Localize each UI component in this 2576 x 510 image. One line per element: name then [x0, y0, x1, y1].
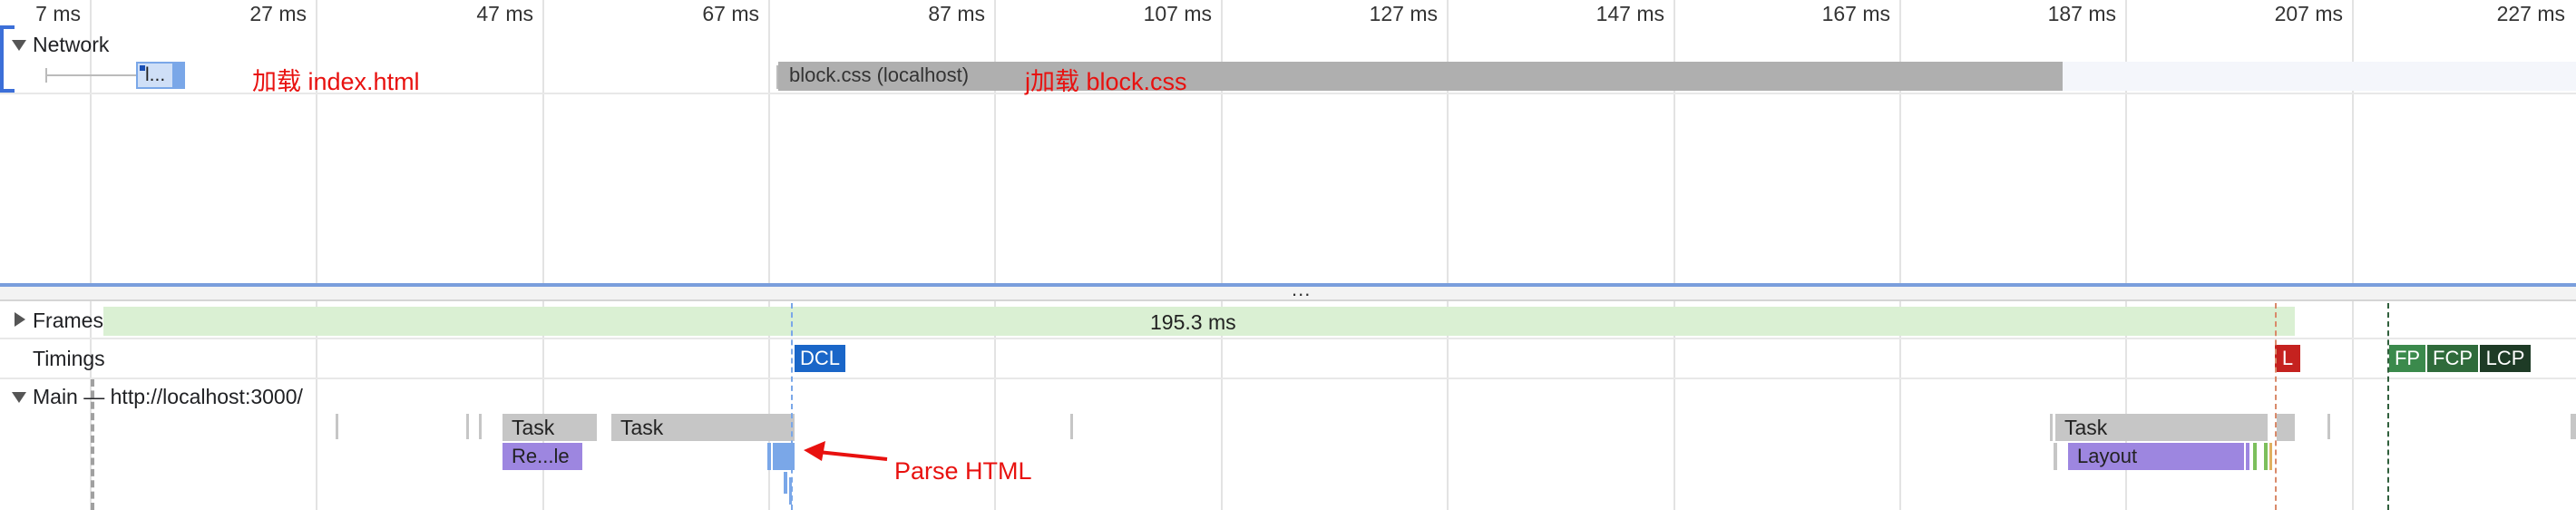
index-request-wait-line: [45, 74, 136, 76]
ruler-tick-label: 227 ms: [2496, 2, 2565, 25]
frames-track-title: Frames: [33, 309, 103, 332]
track-selection-bracket-top: [0, 25, 15, 29]
lcp-marker[interactable]: LCP: [2480, 345, 2531, 372]
frames-expand-icon[interactable]: [15, 312, 25, 327]
ruler-tick-label: 167 ms: [1821, 2, 1890, 25]
main-track-title: Main — http://localhost:3000/: [33, 385, 303, 408]
timings-track[interactable]: Timings DCL L FP FCP LCP: [0, 339, 2576, 379]
fp-marker[interactable]: FP: [2389, 345, 2425, 372]
track-selection-bracket: [0, 25, 4, 93]
task-sliver[interactable]: [2327, 414, 2330, 439]
annotation-load-block: j加载 block.css: [1025, 68, 1187, 95]
frame-duration-label: 195.3 ms: [1150, 310, 1236, 334]
ruler-tick-label: 87 ms: [928, 2, 985, 25]
frame-bar[interactable]: 195.3 ms: [103, 307, 2295, 336]
layout-sliver[interactable]: [2054, 443, 2057, 470]
ruler-tick-label: 207 ms: [2274, 2, 2343, 25]
annotation-load-index: 加载 index.html: [252, 68, 420, 95]
task-sliver[interactable]: [336, 414, 338, 439]
load-marker[interactable]: L: [2275, 345, 2300, 372]
layout-bar[interactable]: Layout: [2068, 443, 2244, 470]
parse-html-child[interactable]: [784, 472, 787, 494]
main-task-bar[interactable]: Task: [503, 414, 597, 441]
network-track-title: Network: [33, 33, 110, 56]
paint-sliver[interactable]: [2269, 443, 2272, 470]
task-sliver[interactable]: [1070, 414, 1073, 439]
main-task-bar[interactable]: Task: [611, 414, 767, 441]
ruler-tick-label: 107 ms: [1143, 2, 1212, 25]
network-track[interactable]: Network l... 加载 index.html block.css (lo…: [0, 25, 2576, 95]
index-request-label: l...: [145, 64, 166, 85]
ruler-tick-label: 27 ms: [249, 2, 307, 25]
block-request-bar[interactable]: block.css (localhost): [778, 62, 2063, 91]
pane-divider[interactable]: ...: [0, 278, 2576, 301]
dcl-dashed-line: [791, 303, 793, 510]
index-request-bar[interactable]: l...: [136, 62, 185, 89]
paint-sliver[interactable]: [2264, 443, 2268, 470]
main-collapse-icon[interactable]: [12, 392, 26, 403]
main-thread-track[interactable]: Main — http://localhost:3000/ Task Re...…: [0, 379, 2576, 510]
task-sliver[interactable]: [479, 414, 482, 439]
ruler-tick-label: 147 ms: [1595, 2, 1664, 25]
index-request-wait-cap: [45, 68, 47, 83]
recalc-style-bar[interactable]: Re...le: [503, 443, 582, 470]
parse-html-sliver[interactable]: [767, 443, 771, 470]
layout-label: Layout: [2077, 445, 2138, 467]
task-sliver[interactable]: [466, 414, 469, 439]
recalc-style-label: Re...le: [512, 445, 570, 467]
fcp-marker[interactable]: FCP: [2427, 345, 2478, 372]
load-dashed-line: [2275, 303, 2277, 510]
network-row-background: [2063, 62, 2576, 91]
ruler-tick-label: 47 ms: [476, 2, 533, 25]
main-task-bar[interactable]: Task: [2055, 414, 2268, 441]
frames-track[interactable]: Frames 195.3 ms: [0, 303, 2576, 339]
timings-track-title: Timings: [33, 347, 105, 370]
parse-html-arrow-icon: [804, 441, 888, 461]
lcp-dashed-line: [2387, 303, 2389, 510]
paint-sliver[interactable]: [2253, 443, 2257, 470]
task-tail-bar[interactable]: [2277, 414, 2295, 441]
layout-sliver[interactable]: [2246, 443, 2249, 470]
index-request-download: [172, 64, 185, 87]
task-sliver[interactable]: [2050, 414, 2053, 441]
block-request-label: block.css (localhost): [789, 64, 970, 86]
dcl-marker[interactable]: DCL: [795, 345, 845, 372]
annotation-parse-html: Parse HTML: [894, 457, 1032, 485]
network-collapse-icon[interactable]: [12, 40, 26, 51]
pane-resize-handle[interactable]: ...: [1292, 278, 1311, 301]
task-sliver[interactable]: [2571, 414, 2576, 439]
ruler-tick-label: 67 ms: [702, 2, 759, 25]
ruler-tick-label: 7 ms: [35, 2, 81, 25]
ruler-tick-label: 187 ms: [2047, 2, 2116, 25]
ruler-tick-label: 127 ms: [1369, 2, 1438, 25]
selection-start-dashed-line: [91, 379, 94, 510]
